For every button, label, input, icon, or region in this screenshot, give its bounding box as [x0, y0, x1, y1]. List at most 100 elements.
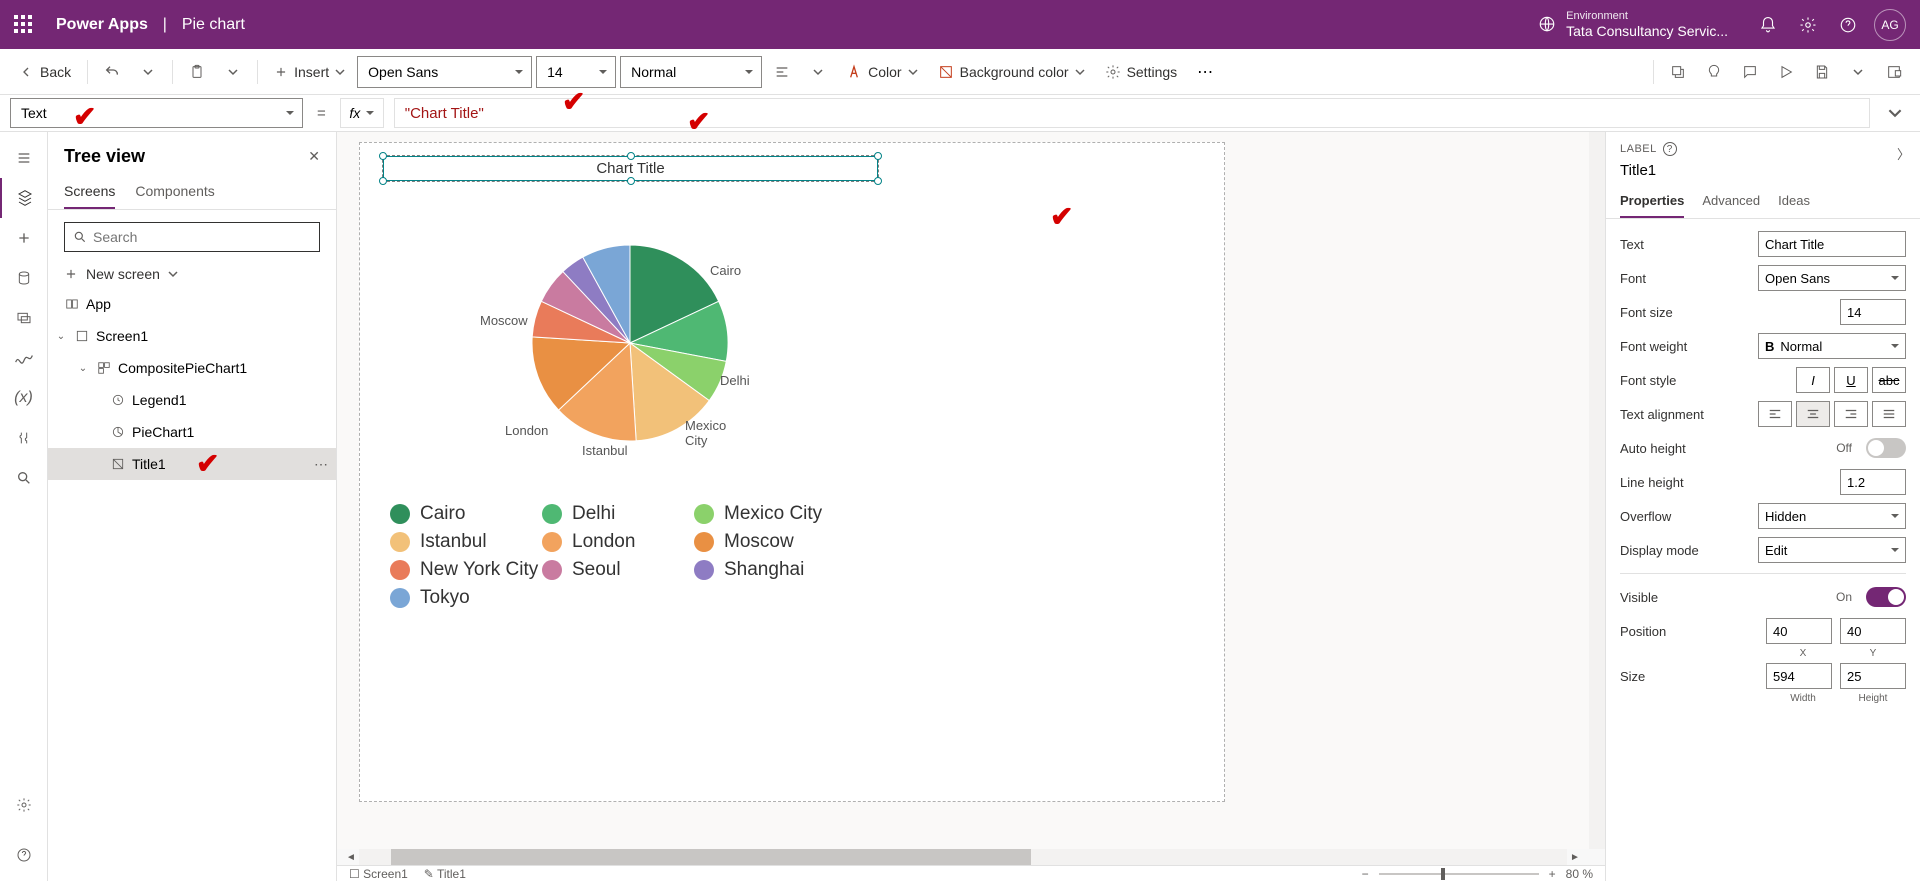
search-input[interactable]	[93, 229, 311, 245]
artboard[interactable]: Chart Title CairoDelhiMexico CityIstanbu…	[359, 142, 1225, 802]
zoom-label: 80 %	[1566, 867, 1593, 881]
paste-button[interactable]	[181, 56, 213, 88]
new-screen-button[interactable]: New screen	[48, 260, 336, 288]
tab-advanced[interactable]: Advanced	[1702, 193, 1760, 218]
pie-slice-label: London	[505, 423, 548, 438]
prop-overflow-select[interactable]: Hidden	[1758, 503, 1906, 529]
horizontal-scrollbar[interactable]: ◄ ►	[343, 849, 1583, 865]
font-color-button[interactable]: Color	[838, 56, 925, 88]
zoom-slider[interactable]	[1379, 873, 1539, 875]
tree-search[interactable]	[64, 222, 320, 252]
zoom-out-icon[interactable]: −	[1362, 867, 1369, 881]
info-icon[interactable]: ?	[1663, 142, 1677, 156]
collapse-icon[interactable]: 〉	[1897, 144, 1910, 163]
align-center-button[interactable]	[1796, 401, 1830, 427]
rail-variables-icon[interactable]: (x)	[0, 378, 48, 418]
save-icon[interactable]	[1806, 56, 1838, 88]
user-avatar[interactable]: AG	[1874, 9, 1906, 41]
tab-components[interactable]: Components	[135, 175, 214, 209]
autoheight-toggle[interactable]	[1866, 438, 1906, 458]
zoom-in-icon[interactable]: +	[1549, 867, 1556, 881]
bg-color-button[interactable]: Background color	[930, 56, 1093, 88]
tree-node-app[interactable]: App	[48, 288, 336, 320]
legend-label: Istanbul	[420, 531, 487, 553]
insert-button[interactable]: Insert	[266, 56, 353, 88]
italic-button[interactable]: I	[1796, 367, 1830, 393]
more-icon[interactable]: ⋯	[314, 456, 328, 473]
tab-screens[interactable]: Screens	[64, 175, 115, 209]
rail-media-icon[interactable]	[0, 298, 48, 338]
fontsize-select[interactable]: 14	[536, 56, 616, 88]
tree-node-legend[interactable]: Legend1	[48, 384, 336, 416]
environment-picker[interactable]: Environment Tata Consultancy Servic...	[1538, 10, 1728, 40]
fontweight-select[interactable]: Normal	[620, 56, 762, 88]
settings-icon[interactable]	[1788, 5, 1828, 45]
preview-icon[interactable]	[1770, 56, 1802, 88]
tree-node-piechart[interactable]: PieChart1	[48, 416, 336, 448]
align-right-button[interactable]	[1834, 401, 1868, 427]
rail-flows-icon[interactable]	[0, 338, 48, 378]
fx-button[interactable]: fx	[340, 98, 384, 128]
footer-screen-crumb[interactable]: ☐ Screen1	[349, 867, 408, 881]
undo-dropdown[interactable]	[132, 56, 164, 88]
chevron-down-icon[interactable]: ⌄	[54, 331, 68, 342]
align-dropdown[interactable]	[802, 56, 834, 88]
chevron-down-icon[interactable]: ⌄	[76, 363, 90, 374]
underline-button[interactable]: U	[1834, 367, 1868, 393]
rail-insert-icon[interactable]	[0, 218, 48, 258]
left-rail: (x)	[0, 132, 48, 881]
prop-font-select[interactable]: Open Sans	[1758, 265, 1906, 291]
prop-fontweight-select[interactable]: BNormal	[1758, 333, 1906, 359]
prop-fontsize-input[interactable]	[1840, 299, 1906, 325]
visible-toggle[interactable]	[1866, 587, 1906, 607]
pie-slice-label: Cairo	[710, 263, 741, 278]
align-left-button[interactable]	[1758, 401, 1792, 427]
prop-lineheight-input[interactable]	[1840, 469, 1906, 495]
prop-height-input[interactable]	[1840, 663, 1906, 689]
help-icon[interactable]	[1828, 5, 1868, 45]
prop-width-input[interactable]	[1766, 663, 1832, 689]
formula-expand-icon[interactable]	[1880, 98, 1910, 128]
rail-tools-icon[interactable]	[0, 418, 48, 458]
rail-search-icon[interactable]	[0, 458, 48, 498]
font-select[interactable]: Open Sans	[357, 56, 532, 88]
rail-settings-icon[interactable]	[0, 785, 48, 825]
tree-node-title[interactable]: Title1 ⋯	[48, 448, 336, 480]
publish-icon[interactable]	[1878, 56, 1910, 88]
legend-item: Seoul	[542, 559, 692, 581]
align-button[interactable]	[766, 56, 798, 88]
rail-hamburger-icon[interactable]	[0, 138, 48, 178]
tree-node-screen[interactable]: ⌄ Screen1	[48, 320, 336, 352]
undo-button[interactable]	[96, 56, 128, 88]
formula-input[interactable]: "Chart Title"	[394, 98, 1870, 128]
strike-button[interactable]: abc	[1872, 367, 1906, 393]
tree-node-composite[interactable]: ⌄ CompositePieChart1	[48, 352, 336, 384]
rail-feedback-icon[interactable]	[0, 835, 48, 875]
prop-y-input[interactable]	[1840, 618, 1906, 644]
align-justify-button[interactable]	[1872, 401, 1906, 427]
settings-button[interactable]: Settings	[1097, 56, 1186, 88]
footer-element-crumb[interactable]: ✎ Title1	[424, 867, 466, 881]
checker-icon[interactable]	[1698, 56, 1730, 88]
prop-x-input[interactable]	[1766, 618, 1832, 644]
legend-item: Cairo	[390, 503, 540, 525]
property-select[interactable]: Text	[10, 98, 303, 128]
tab-properties[interactable]: Properties	[1620, 193, 1684, 218]
notifications-icon[interactable]	[1748, 5, 1788, 45]
legend-dot	[390, 504, 410, 524]
prop-displaymode-select[interactable]: Edit	[1758, 537, 1906, 563]
prop-text-input[interactable]	[1758, 231, 1906, 257]
share-icon[interactable]	[1662, 56, 1694, 88]
rail-tree-icon[interactable]	[0, 178, 48, 218]
comments-icon[interactable]	[1734, 56, 1766, 88]
vertical-scrollbar[interactable]	[1589, 132, 1605, 849]
paste-dropdown[interactable]	[217, 56, 249, 88]
more-icon[interactable]: ⋯	[1189, 56, 1221, 88]
rail-data-icon[interactable]	[0, 258, 48, 298]
legend-icon	[110, 392, 126, 408]
app-launcher-icon[interactable]	[14, 15, 34, 35]
back-button[interactable]: Back	[10, 56, 79, 88]
tab-ideas[interactable]: Ideas	[1778, 193, 1810, 218]
save-dropdown[interactable]	[1842, 56, 1874, 88]
close-icon[interactable]: ✕	[308, 148, 320, 165]
